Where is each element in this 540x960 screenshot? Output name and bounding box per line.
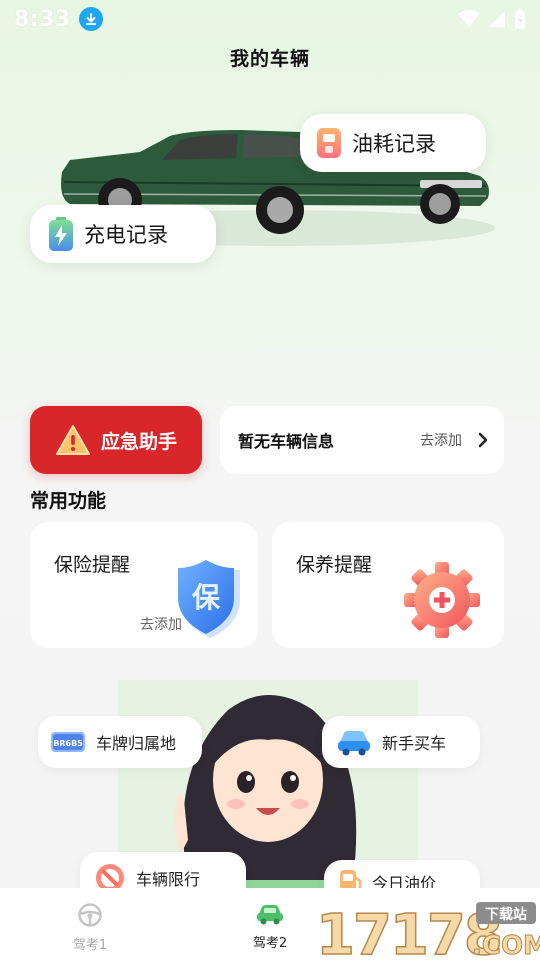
nav-tab-exam1[interactable]: 驾考1 bbox=[0, 888, 180, 960]
section-title: 常用功能 bbox=[30, 490, 107, 512]
download-icon bbox=[78, 7, 103, 31]
plate-location-label: 车牌归属地 bbox=[96, 734, 177, 753]
add-vehicle-link[interactable]: 去添加 bbox=[420, 430, 462, 450]
car-icon bbox=[257, 905, 283, 925]
maintenance-reminder-card[interactable]: 保养提醒 bbox=[272, 522, 504, 648]
charge-record-label: 充电记录 bbox=[84, 223, 168, 247]
new-driver-car-label: 新手买车 bbox=[382, 734, 447, 753]
watermark-suffix: .COM bbox=[472, 931, 540, 960]
new-driver-car-chip[interactable]: 新手买车 bbox=[322, 716, 480, 768]
maintenance-reminder-title: 保养提醒 bbox=[296, 554, 373, 576]
watermark-logo: 17178 下载站 .COM bbox=[316, 902, 540, 960]
battery-charge-icon bbox=[49, 217, 73, 251]
chevron-right-icon bbox=[478, 432, 488, 448]
car-icon bbox=[338, 731, 370, 756]
steering-wheel-icon bbox=[78, 903, 102, 927]
emergency-assistant-button[interactable]: 应急助手 bbox=[30, 406, 202, 474]
insurance-reminder-card[interactable]: 保险提醒 保 去添加 bbox=[30, 522, 258, 648]
insurance-reminder-title: 保险提醒 bbox=[54, 554, 131, 576]
no-vehicle-text: 暂无车辆信息 bbox=[238, 432, 335, 451]
wifi-icon bbox=[458, 10, 480, 27]
plate-location-chip[interactable]: BR6B5 车牌归属地 bbox=[38, 716, 202, 768]
nav-tab-exam2-label: 驾考2 bbox=[252, 936, 288, 951]
insurance-add-link[interactable]: 去添加 bbox=[140, 614, 182, 634]
gear-icon bbox=[404, 562, 480, 638]
shield-icon-text: 保 bbox=[192, 581, 221, 614]
fuel-gauge-icon bbox=[317, 128, 341, 158]
watermark-badge: 下载站 bbox=[485, 906, 527, 923]
warning-icon bbox=[55, 425, 90, 455]
page-title: 我的车辆 bbox=[229, 48, 310, 70]
license-plate-icon: BR6B5 bbox=[51, 732, 85, 752]
nav-tab-exam1-label: 驾考1 bbox=[72, 938, 108, 953]
charge-record-card[interactable]: 充电记录 bbox=[30, 205, 216, 263]
fuel-record-label: 油耗记录 bbox=[352, 132, 436, 156]
emergency-label: 应急助手 bbox=[100, 430, 177, 453]
status-bar: 8:33 bbox=[0, 0, 540, 38]
fuel-record-card[interactable]: 油耗记录 bbox=[300, 114, 486, 172]
plate-icon-text: BR6B5 bbox=[53, 739, 83, 748]
vehicle-info-card[interactable]: 暂无车辆信息 去添加 bbox=[220, 406, 504, 474]
signal-icon bbox=[489, 11, 505, 27]
status-time: 8:33 bbox=[14, 6, 71, 32]
battery-icon bbox=[515, 8, 525, 29]
vehicle-restriction-label: 车辆限行 bbox=[136, 870, 201, 889]
